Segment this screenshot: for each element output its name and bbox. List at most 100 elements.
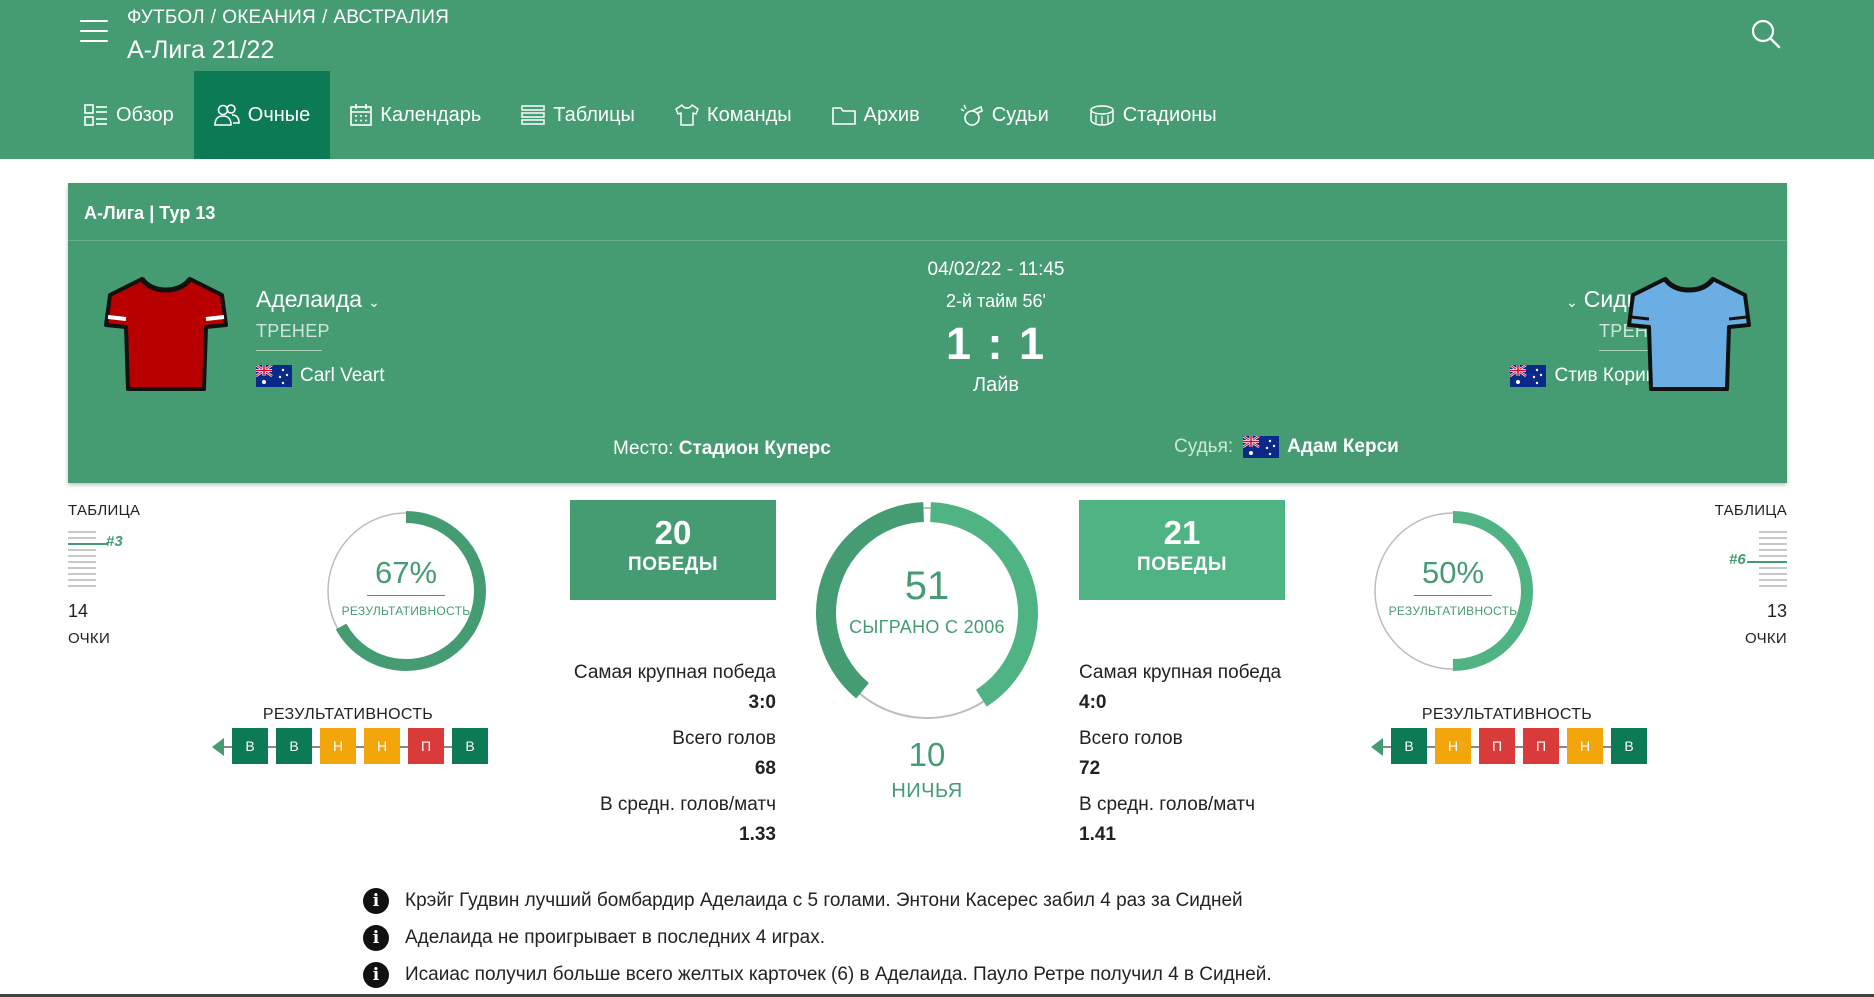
tab-calendar[interactable]: Календарь <box>330 71 501 159</box>
form-result-badge[interactable]: П <box>1479 728 1515 764</box>
whistle-icon <box>960 104 983 126</box>
home-table-position: #3 <box>106 533 123 550</box>
h2h-played: 51 СЫГРАНО С 2006 <box>820 564 1034 638</box>
away-points: 13 <box>1766 601 1787 621</box>
away-wins-label: ПОБЕДЫ <box>1137 554 1227 575</box>
fact-text: Аделаида не проигрывает в последних 4 иг… <box>405 926 826 948</box>
match-score: 1 : 1 <box>945 318 1047 369</box>
away-wins-box: 21 ПОБЕДЫ <box>1079 500 1285 600</box>
home-mini-table: #3 <box>68 529 128 589</box>
info-icon: i <box>363 887 389 914</box>
away-biggest-win-label: Самая крупная победа <box>1079 662 1282 683</box>
chevron-down-icon[interactable]: ⌄ <box>368 294 380 310</box>
h2h-draws-label: НИЧЬЯ <box>891 780 963 802</box>
form-result-badge[interactable]: Н <box>364 728 400 764</box>
home-avg-goals-value: 1.33 <box>739 824 776 845</box>
breadcrumb-region[interactable]: ОКЕАНИЯ <box>222 7 316 28</box>
home-table-block[interactable]: ТАБЛИЦА #3 14 ОЧКИ <box>68 502 140 647</box>
form-result-badge[interactable]: П <box>1523 728 1559 764</box>
tab-stadiums[interactable]: Стадионы <box>1069 71 1237 159</box>
form-result-badge[interactable]: В <box>452 728 488 764</box>
tab-label: Стадионы <box>1122 103 1217 126</box>
tab-referees[interactable]: Судьи <box>940 71 1069 159</box>
tab-overview[interactable]: Обзор <box>64 71 194 159</box>
home-table-label: ТАБЛИЦА <box>68 502 141 519</box>
form-result-badge[interactable]: В <box>232 728 268 764</box>
home-points: 14 <box>68 601 89 621</box>
nav-tabs: Обзор Очные Календарь Таблицы Команды Ар… <box>64 71 1237 159</box>
away-shirt-icon <box>1627 277 1751 391</box>
away-biggest-win-value: 4:0 <box>1079 692 1107 713</box>
referee: Судья: Адам Керси <box>1174 436 1399 458</box>
form-result-badge[interactable]: Н <box>1435 728 1471 764</box>
home-avg-goals: В средн. голов/матч 1.33 <box>540 794 776 846</box>
away-total-goals-label: Всего голов <box>1079 728 1183 749</box>
h2h-draws-count: 10 <box>908 736 946 773</box>
home-points-label: ОЧКИ <box>68 630 111 647</box>
arrow-left-icon <box>1371 738 1383 756</box>
match-period: 2-й тайм 56' <box>945 291 1046 311</box>
away-avg-goals-label: В средн. голов/матч <box>1079 794 1256 815</box>
home-team-name[interactable]: Аделаида ⌄ <box>256 286 386 313</box>
fact-text: Исаиас получил больше всего желтых карто… <box>405 963 1272 985</box>
info-icon: i <box>363 961 389 988</box>
tab-label: Архив <box>863 103 920 126</box>
away-mini-table: #6 <box>1727 529 1787 589</box>
away-avg-goals-value: 1.41 <box>1079 824 1116 845</box>
away-form-label: РЕЗУЛЬТАТИВНОСТЬ <box>1421 706 1593 723</box>
fact-item: i Крэйг Гудвин лучший бомбардир Аделаида… <box>363 882 1272 919</box>
home-biggest-win-label: Самая крупная победа <box>573 662 776 683</box>
info-icon: i <box>363 924 389 951</box>
breadcrumb-sport[interactable]: ФУТБОЛ <box>127 7 205 28</box>
match-center: 04/02/22 - 11:45 2-й тайм 56' 1 : 1 Лайв <box>796 259 1196 397</box>
home-total-goals-label: Всего голов <box>672 728 776 749</box>
breadcrumb-country[interactable]: АВСТРАЛИЯ <box>333 7 449 28</box>
folder-icon <box>831 107 856 125</box>
home-total-goals-value: 68 <box>754 758 776 779</box>
away-biggest-win: Самая крупная победа 4:0 <box>1079 662 1319 714</box>
form-result-badge[interactable]: В <box>276 728 312 764</box>
top-bar: ФУТБОЛ / ОКЕАНИЯ / АВСТРАЛИЯ А-Лига 21/22 Об… <box>0 0 1874 159</box>
tab-label: Судьи <box>991 103 1049 126</box>
away-wins-count: 21 <box>1163 514 1201 551</box>
search-icon[interactable] <box>1750 18 1782 50</box>
home-efficiency-text: 67% РЕЗУЛЬТАТИВНОСТЬ <box>330 555 482 618</box>
arrow-left-icon <box>212 738 224 756</box>
match-status: Лайв <box>972 374 1020 396</box>
home-coach-name[interactable]: Carl Veart <box>300 365 384 387</box>
australia-flag-icon <box>1510 365 1547 387</box>
tab-head-to-head[interactable]: Очные <box>193 71 331 159</box>
referee-label: Судья: <box>1174 436 1234 457</box>
home-shirt-icon <box>104 277 228 391</box>
venue-name[interactable]: Стадион Куперс <box>679 438 831 459</box>
overview-icon <box>84 104 107 126</box>
menu-icon[interactable] <box>80 20 108 46</box>
away-table-block[interactable]: ТАБЛИЦА #6 13 ОЧКИ <box>1700 502 1787 647</box>
form-result-badge[interactable]: П <box>408 728 444 764</box>
away-form-row: ВНППНВ <box>1369 728 1647 766</box>
form-result-badge[interactable]: В <box>1391 728 1427 764</box>
chevron-down-icon[interactable]: ⌄ <box>1566 294 1578 310</box>
form-result-badge[interactable]: Н <box>1567 728 1603 764</box>
tab-label: Календарь <box>380 103 482 126</box>
referee-name[interactable]: Адам Керси <box>1287 436 1399 458</box>
away-efficiency-pct: 50% <box>1413 555 1493 596</box>
form-result-badge[interactable]: В <box>1611 728 1647 764</box>
tab-archive[interactable]: Архив <box>812 71 940 159</box>
tab-teams[interactable]: Команды <box>655 71 812 159</box>
home-biggest-win: Самая крупная победа 3:0 <box>540 662 776 714</box>
away-avg-goals: В средн. голов/матч 1.41 <box>1079 794 1319 846</box>
h2h-played-count: 51 <box>904 564 950 608</box>
home-biggest-win-value: 3:0 <box>748 692 776 713</box>
form-result-badge[interactable]: Н <box>320 728 356 764</box>
venue-label: Место: <box>613 438 674 459</box>
away-total-goals-value: 72 <box>1079 758 1101 779</box>
away-efficiency-label: РЕЗУЛЬТАТИВНОСТЬ <box>1388 604 1518 618</box>
tables-icon <box>521 105 545 125</box>
tab-tables[interactable]: Таблицы <box>501 71 655 159</box>
stadium-icon <box>1090 105 1114 126</box>
home-team-label: Аделаида <box>256 286 363 312</box>
match-datetime: 04/02/22 - 11:45 <box>927 259 1065 280</box>
fact-item: i Аделаида не проигрывает в последних 4 … <box>363 919 1272 956</box>
breadcrumb: ФУТБОЛ / ОКЕАНИЯ / АВСТРАЛИЯ <box>127 7 449 29</box>
